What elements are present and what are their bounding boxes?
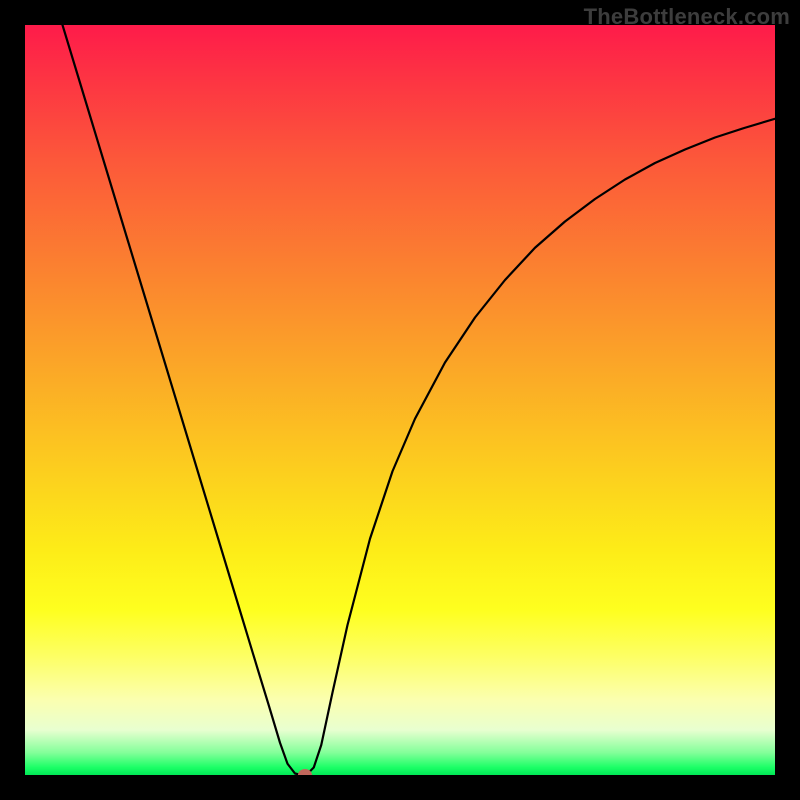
plot-area xyxy=(25,25,775,775)
chart-frame: TheBottleneck.com xyxy=(0,0,800,800)
bottleneck-curve xyxy=(25,25,775,775)
optimum-marker xyxy=(298,769,312,775)
watermark-text: TheBottleneck.com xyxy=(584,4,790,30)
